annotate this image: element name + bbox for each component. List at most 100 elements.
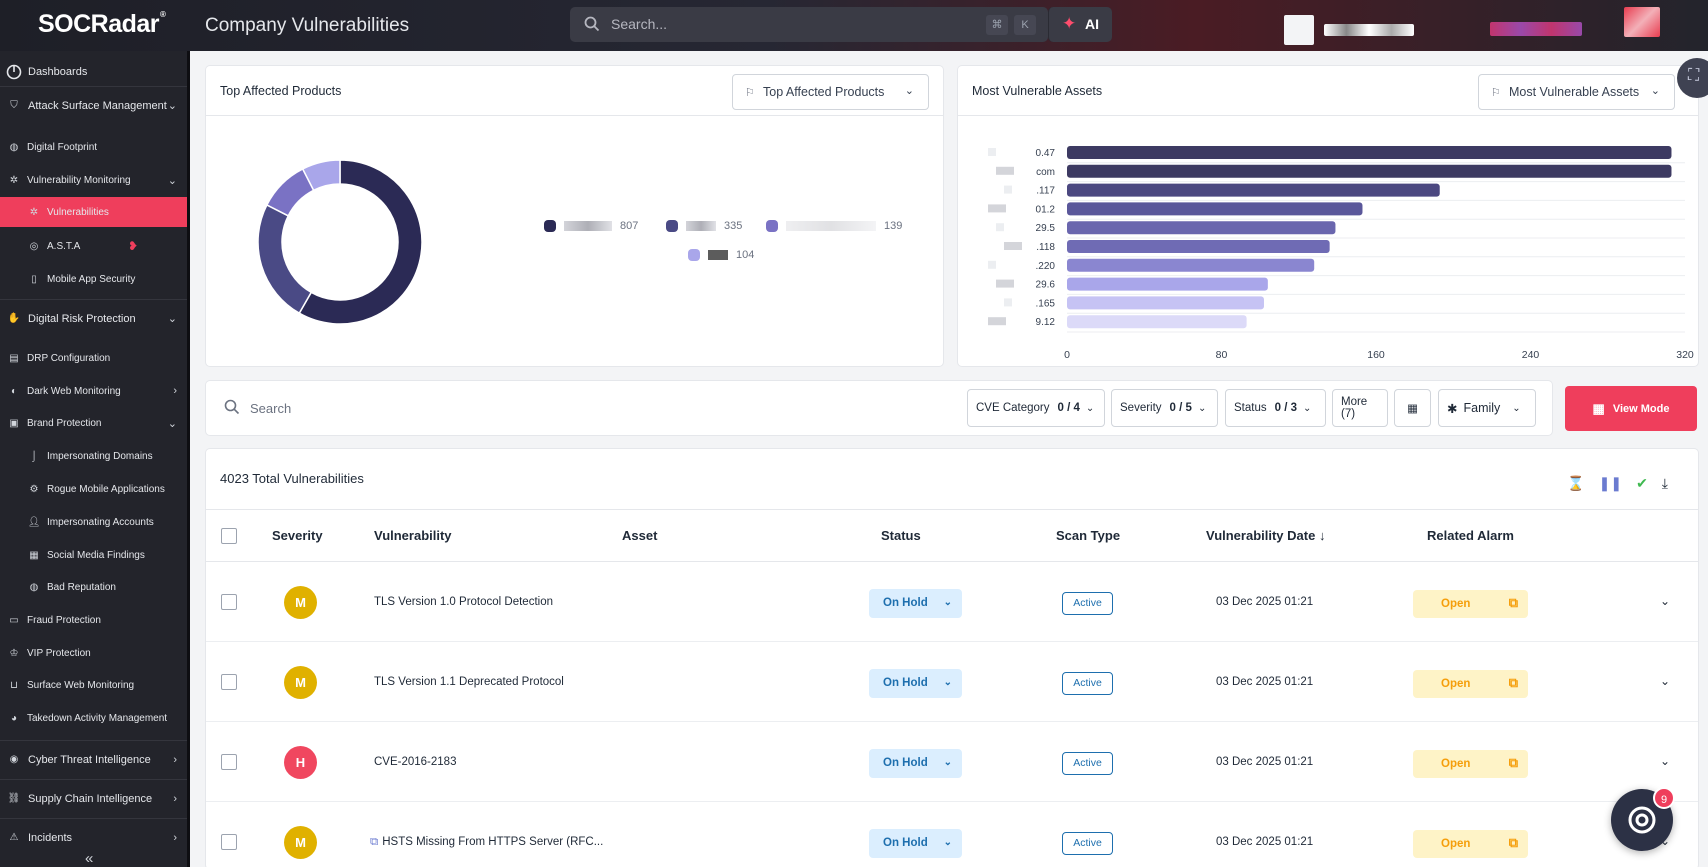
global-search[interactable]: Search... ⌘ K	[570, 7, 1048, 42]
row-checkbox[interactable]	[221, 674, 237, 690]
hourglass-icon[interactable]: ⌛	[1567, 475, 1584, 492]
col-status[interactable]: Status	[881, 528, 921, 543]
related-alarm-button[interactable]: Open ⧉	[1413, 830, 1528, 858]
status-dropdown[interactable]: On Hold ⌄	[869, 749, 962, 778]
sidebar-item-dashboards[interactable]: Dashboards	[0, 57, 187, 87]
table-row[interactable]: M TLS Version 1.0 Protocol Detection On …	[206, 562, 1698, 642]
scan-type-badge: Active	[1062, 752, 1113, 775]
ai-button[interactable]: ✦ AI	[1048, 7, 1112, 42]
asset-bar[interactable]	[1067, 183, 1440, 197]
sidebar-item-takedown-activity[interactable]: ◕ Takedown Activity Management	[0, 703, 187, 733]
top-products-dropdown[interactable]: ⚐ Top Affected Products ⌄	[732, 74, 929, 110]
asset-bar[interactable]	[1067, 146, 1672, 159]
alert-icon: ⚠	[9, 832, 19, 843]
select-all-checkbox[interactable]	[221, 528, 237, 544]
status-dropdown[interactable]: On Hold ⌄	[869, 829, 962, 858]
family-dropdown[interactable]: ✱ Family ⌄	[1438, 389, 1536, 427]
asset-bar[interactable]	[1067, 221, 1336, 235]
download-icon[interactable]: ⤓	[1662, 475, 1668, 492]
row-checkbox[interactable]	[221, 834, 237, 850]
sidebar-item-impersonating-domains[interactable]: ⌡ Impersonating Domains	[0, 441, 187, 471]
severity-filter[interactable]: Severity 0 / 5 ⌄	[1111, 389, 1218, 427]
view-mode-button[interactable]: ▦ View Mode	[1565, 386, 1697, 431]
sidebar-item-cyber-threat-intelligence[interactable]: ◉ Cyber Threat Intelligence ›	[0, 740, 187, 778]
socradar-logo[interactable]: SOCRadar®	[38, 10, 166, 39]
severity-badge: M	[284, 586, 317, 619]
related-alarm-button[interactable]: Open ⧉	[1413, 590, 1528, 618]
pause-icon[interactable]: ❚❚	[1599, 475, 1622, 492]
related-alarm-button[interactable]: Open ⧉	[1413, 750, 1528, 778]
vulnerability-search-input[interactable]: Search	[250, 401, 291, 416]
sidebar-item-incidents[interactable]: ⚠ Incidents ›	[0, 818, 187, 856]
sidebar-item-asta[interactable]: ◎ A.S.T.A ❥	[0, 231, 187, 261]
table-row[interactable]: M ⧉ HSTS Missing From HTTPS Server (RFC..…	[206, 802, 1698, 867]
check-icon[interactable]: ✔	[1636, 475, 1648, 492]
row-checkbox[interactable]	[221, 594, 237, 610]
vulnerability-name[interactable]: ⧉ HSTS Missing From HTTPS Server (RFC...	[370, 836, 603, 849]
vulnerable-assets-dropdown[interactable]: ⚐ Most Vulnerable Assets ⌄	[1478, 74, 1675, 110]
asset-bar[interactable]	[1067, 202, 1363, 216]
status-dropdown[interactable]: On Hold ⌄	[869, 669, 962, 698]
scan-type-badge: Active	[1062, 672, 1113, 695]
briefcase-icon: ▣	[9, 417, 19, 429]
expand-row-icon[interactable]: ⌄	[1660, 754, 1670, 768]
row-checkbox[interactable]	[221, 754, 237, 770]
sidebar-item-drp-configuration[interactable]: ▤ DRP Configuration	[0, 343, 187, 373]
sidebar-item-digital-risk-protection[interactable]: ✋ Digital Risk Protection ⌄	[0, 299, 187, 337]
cve-category-filter[interactable]: CVE Category 0 / 4 ⌄	[967, 389, 1105, 427]
expand-row-icon[interactable]: ⌄	[1660, 594, 1670, 608]
sidebar-item-fraud-protection[interactable]: ▭ Fraud Protection	[0, 605, 187, 635]
vulnerability-name[interactable]: TLS Version 1.0 Protocol Detection	[374, 596, 553, 608]
sidebar-item-surface-web-monitoring[interactable]: ⊔ Surface Web Monitoring	[0, 670, 187, 700]
table-row[interactable]: M TLS Version 1.1 Deprecated Protocol On…	[206, 642, 1698, 722]
col-related-alarm[interactable]: Related Alarm	[1427, 528, 1514, 543]
redacted-avatar[interactable]	[1624, 7, 1660, 37]
expand-row-icon[interactable]: ⌄	[1660, 674, 1670, 688]
copy-icon[interactable]: ⧉	[370, 836, 378, 848]
sidebar-item-supply-chain-intelligence[interactable]: ⛓ Supply Chain Intelligence ›	[0, 779, 187, 817]
asset-bar[interactable]	[1067, 164, 1672, 178]
col-asset[interactable]: Asset	[622, 528, 657, 543]
sidebar-item-impersonating-accounts[interactable]: 👤︎ Impersonating Accounts	[0, 507, 187, 537]
vulnerability-name[interactable]: CVE-2016-2183	[374, 756, 456, 768]
asset-bar[interactable]	[1067, 296, 1264, 310]
sidebar-item-brand-protection[interactable]: ▣ Brand Protection ⌄	[0, 408, 187, 438]
collapse-sidebar-icon[interactable]: «	[85, 850, 93, 867]
sidebar-item-mobile-app-security[interactable]: ▯ Mobile App Security	[0, 264, 187, 294]
col-vulnerability-date[interactable]: Vulnerability Date ↓	[1206, 528, 1325, 543]
col-scan-type[interactable]: Scan Type	[1056, 528, 1120, 543]
sidebar-item-social-media-findings[interactable]: ▦ Social Media Findings	[0, 540, 187, 570]
vulnerability-name[interactable]: TLS Version 1.1 Deprecated Protocol	[374, 676, 564, 688]
col-vulnerability[interactable]: Vulnerability	[374, 528, 452, 543]
more-filters-button[interactable]: More (7)	[1332, 389, 1388, 427]
sidebar-item-rogue-mobile-apps[interactable]: ⚙ Rogue Mobile Applications	[0, 474, 187, 504]
chevron-down-icon: ⌄	[1085, 402, 1095, 414]
calendar-button[interactable]: ▦	[1394, 389, 1431, 427]
search-icon	[224, 399, 240, 415]
chevron-right-icon: ›	[173, 385, 177, 397]
related-alarm-button[interactable]: Open ⧉	[1413, 670, 1528, 698]
asset-bar[interactable]	[1067, 315, 1247, 329]
donut-slice[interactable]	[257, 203, 313, 315]
status-dropdown[interactable]: On Hold ⌄	[869, 589, 962, 618]
sidebar-item-vulnerabilities[interactable]: ✲ Vulnerabilities	[0, 197, 187, 227]
sidebar-item-vip-protection[interactable]: ♔ VIP Protection	[0, 638, 187, 668]
asset-bar[interactable]	[1067, 258, 1315, 272]
sidebar-item-digital-footprint[interactable]: ◍ Digital Footprint	[0, 132, 187, 162]
asset-bar[interactable]	[1067, 240, 1330, 253]
redacted-user-info[interactable]	[1284, 15, 1314, 45]
col-severity[interactable]: Severity	[272, 528, 323, 543]
asset-bar[interactable]	[1067, 277, 1268, 291]
sidebar-item-dark-web-monitoring[interactable]: ◐ Dark Web Monitoring ›	[0, 376, 187, 406]
chevron-down-icon: ⌄	[1197, 402, 1207, 414]
grid-icon: ▦	[1592, 400, 1605, 416]
sidebar-item-bad-reputation[interactable]: ◍ Bad Reputation	[0, 572, 187, 602]
target-icon: ◎	[29, 240, 39, 252]
sidebar-item-vulnerability-monitoring[interactable]: ✲ Vulnerability Monitoring ⌄	[0, 165, 187, 195]
status-filter[interactable]: Status 0 / 3 ⌄	[1225, 389, 1326, 427]
flag-icon: ⚐	[745, 87, 755, 99]
external-link-icon: ⧉	[1508, 835, 1518, 850]
sidebar-item-attack-surface[interactable]: ⛉ Attack Surface Management ⌄	[0, 86, 187, 124]
scan-icon: ⛶	[1688, 67, 1700, 84]
table-row[interactable]: H CVE-2016-2183 On Hold ⌄ Active 03 Dec 2…	[206, 722, 1698, 802]
